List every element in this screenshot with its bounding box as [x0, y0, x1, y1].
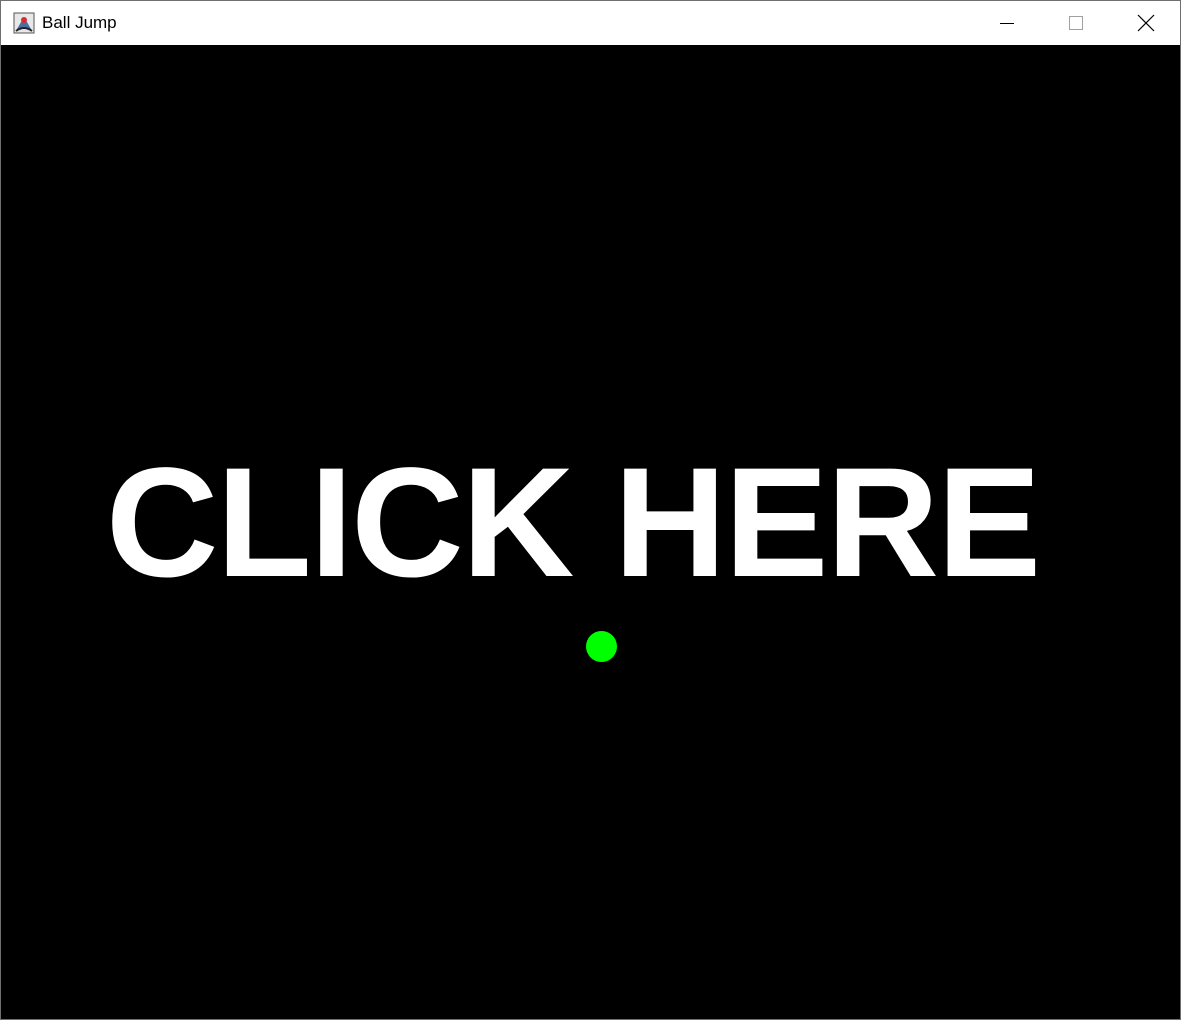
title-bar[interactable]: Ball Jump — [1, 1, 1180, 45]
click-here-prompt[interactable]: CLICK HERE — [1, 445, 1144, 601]
game-window: Ball Jump CLICK HERE — [0, 0, 1181, 1020]
window-title: Ball Jump — [42, 13, 117, 32]
minimize-button[interactable] — [972, 1, 1042, 45]
ball — [586, 631, 617, 662]
maximize-button[interactable] — [1041, 1, 1111, 45]
game-canvas[interactable]: CLICK HERE — [1, 45, 1180, 1019]
maximize-icon — [1069, 16, 1083, 30]
close-button[interactable] — [1111, 1, 1181, 45]
java-app-icon — [13, 12, 35, 34]
minimize-icon — [1000, 23, 1014, 24]
close-icon — [1137, 14, 1155, 32]
